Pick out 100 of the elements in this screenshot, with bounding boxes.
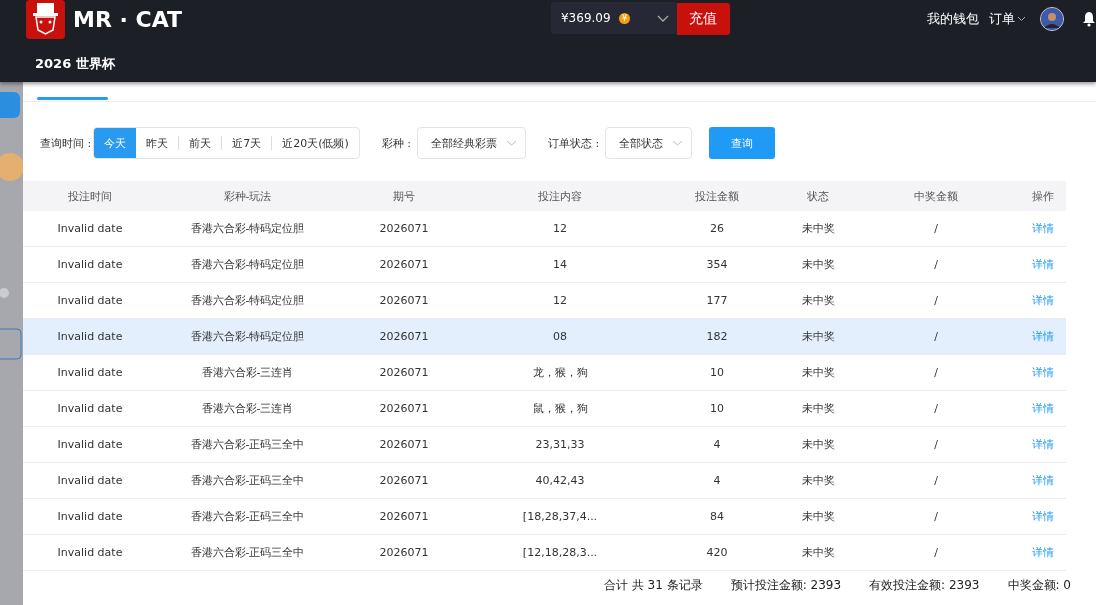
summary-text: 有效投注金额: 2393 [869, 578, 980, 594]
table-cell: 2026071 [338, 390, 470, 427]
table-cell: [12,18,28,3... [470, 534, 650, 571]
table-cell: / [852, 246, 1020, 283]
table-cell: 2026071 [338, 354, 470, 391]
table-cell: 香港六合彩-三连肖 [157, 390, 338, 427]
balance-amount: ¥369.09 [560, 11, 612, 25]
nav-link[interactable]: 2026 世界杯 [35, 56, 115, 71]
bell-icon[interactable] [1082, 11, 1096, 27]
table-cell: Invalid date [23, 211, 157, 247]
table-cell: 香港六合彩-三连肖 [157, 354, 338, 391]
table-cell: Invalid date [23, 390, 157, 427]
tab-indicator [37, 97, 108, 100]
time-range-tab[interactable]: 今天 [94, 128, 137, 158]
table-cell: 香港六合彩-特码定位胆 [157, 246, 338, 283]
cat-logo[interactable] [26, 0, 65, 39]
time-range-tab[interactable]: 前天 [179, 128, 222, 158]
details-link[interactable]: 详情 [1020, 246, 1066, 283]
table-cell: Invalid date [23, 426, 157, 463]
filter-label: 订单状态 : [548, 135, 600, 151]
table-cell: 未中奖 [784, 246, 852, 283]
table-cell: 354 [650, 246, 784, 283]
details-link[interactable]: 详情 [1020, 282, 1066, 319]
avatar[interactable] [1040, 7, 1064, 31]
table-cell: 香港六合彩-正码三全中 [157, 426, 338, 463]
details-link[interactable]: 详情 [1020, 318, 1066, 355]
summary-text: 合计 共 31 条记录 [603, 578, 703, 594]
table-cell: 4 [650, 426, 784, 463]
filter-label: 查询时间 : [40, 135, 92, 151]
time-range-tab[interactable]: 昨天 [136, 128, 179, 158]
table-cell: 未中奖 [784, 354, 852, 391]
table-cell: / [852, 426, 1020, 463]
table-cell: 未中奖 [784, 318, 852, 355]
caret-icon [672, 140, 684, 146]
column-header: 中奖金额 [852, 181, 1020, 211]
caret-icon [506, 140, 517, 146]
table-cell: / [852, 354, 1020, 391]
table-cell: 香港六合彩-特码定位胆 [157, 211, 338, 247]
details-link[interactable]: 详情 [1020, 390, 1066, 427]
table-cell: 182 [650, 318, 784, 355]
table-cell: 香港六合彩-正码三全中 [157, 462, 338, 499]
details-link[interactable]: 详情 [1020, 211, 1066, 247]
table-cell: / [852, 462, 1020, 499]
table-cell: 177 [650, 282, 784, 319]
column-header: 期号 [338, 181, 470, 211]
table-cell: 香港六合彩-正码三全中 [157, 498, 338, 535]
brand-name: MR · CAT [73, 6, 182, 32]
table-cell: 香港六合彩-特码定位胆 [157, 318, 338, 355]
table-cell: Invalid date [23, 498, 157, 535]
details-link[interactable]: 详情 [1020, 462, 1066, 499]
table-cell: Invalid date [23, 318, 157, 355]
status-dropdown[interactable]: 全部状态 [605, 127, 693, 159]
table-cell: 2026071 [338, 534, 470, 571]
table-cell: 12 [470, 211, 650, 247]
table-cell: 香港六合彩-正码三全中 [157, 534, 338, 571]
details-link[interactable]: 详情 [1020, 498, 1066, 535]
table-cell: 10 [650, 390, 784, 427]
table-cell: 420 [650, 534, 784, 571]
table-cell: 2026071 [338, 282, 470, 319]
recharge-button[interactable]: 充值 [677, 3, 730, 35]
table-cell: 40,42,43 [470, 462, 650, 499]
caret-icon [1017, 16, 1026, 22]
table-cell: 2026071 [338, 211, 470, 247]
column-header: 投注时间 [23, 181, 157, 211]
table-cell: 未中奖 [784, 498, 852, 535]
table-cell: 84 [650, 498, 784, 535]
filter-label: 彩种 : [381, 135, 411, 151]
wallet-link[interactable]: 我的钱包 [927, 10, 979, 28]
table-cell: 2026071 [338, 498, 470, 535]
table-cell: [18,28,37,4... [470, 498, 650, 535]
table-cell: Invalid date [23, 354, 157, 391]
column-header: 状态 [784, 181, 852, 211]
table-cell: 未中奖 [784, 534, 852, 571]
time-range-tab[interactable]: 近7天 [222, 128, 272, 158]
lottery-dropdown[interactable]: 全部经典彩票 [417, 127, 526, 159]
table-cell: 未中奖 [784, 390, 852, 427]
column-header: 投注金额 [650, 181, 784, 211]
orders-menu[interactable]: 订单 [989, 10, 1015, 28]
table-cell: 4 [650, 462, 784, 499]
table-cell: 未中奖 [784, 211, 852, 247]
table-cell: 未中奖 [784, 426, 852, 463]
balance-dropdown[interactable]: ¥369.09 ¥ [551, 2, 677, 34]
table-cell: 2026071 [338, 318, 470, 355]
details-link[interactable]: 详情 [1020, 354, 1066, 391]
table-cell: / [852, 534, 1020, 571]
table-cell: 23,31,33 [470, 426, 650, 463]
details-link[interactable]: 详情 [1020, 534, 1066, 571]
details-link[interactable]: 详情 [1020, 426, 1066, 463]
table-cell: 10 [650, 354, 784, 391]
column-header: 操作 [1020, 181, 1066, 211]
coin-icon: ¥ [619, 12, 630, 24]
table-cell: Invalid date [23, 462, 157, 499]
table-cell: 2026071 [338, 426, 470, 463]
query-button[interactable]: 查询 [709, 127, 776, 159]
table-cell: 鼠，猴，狗 [470, 390, 650, 427]
table-cell: Invalid date [23, 246, 157, 283]
table-cell: Invalid date [23, 534, 157, 571]
summary-text: 预计投注金额: 2393 [730, 578, 842, 594]
time-range-tab[interactable]: 近20天(低频) [272, 128, 359, 158]
table-cell: 香港六合彩-特码定位胆 [157, 282, 338, 319]
